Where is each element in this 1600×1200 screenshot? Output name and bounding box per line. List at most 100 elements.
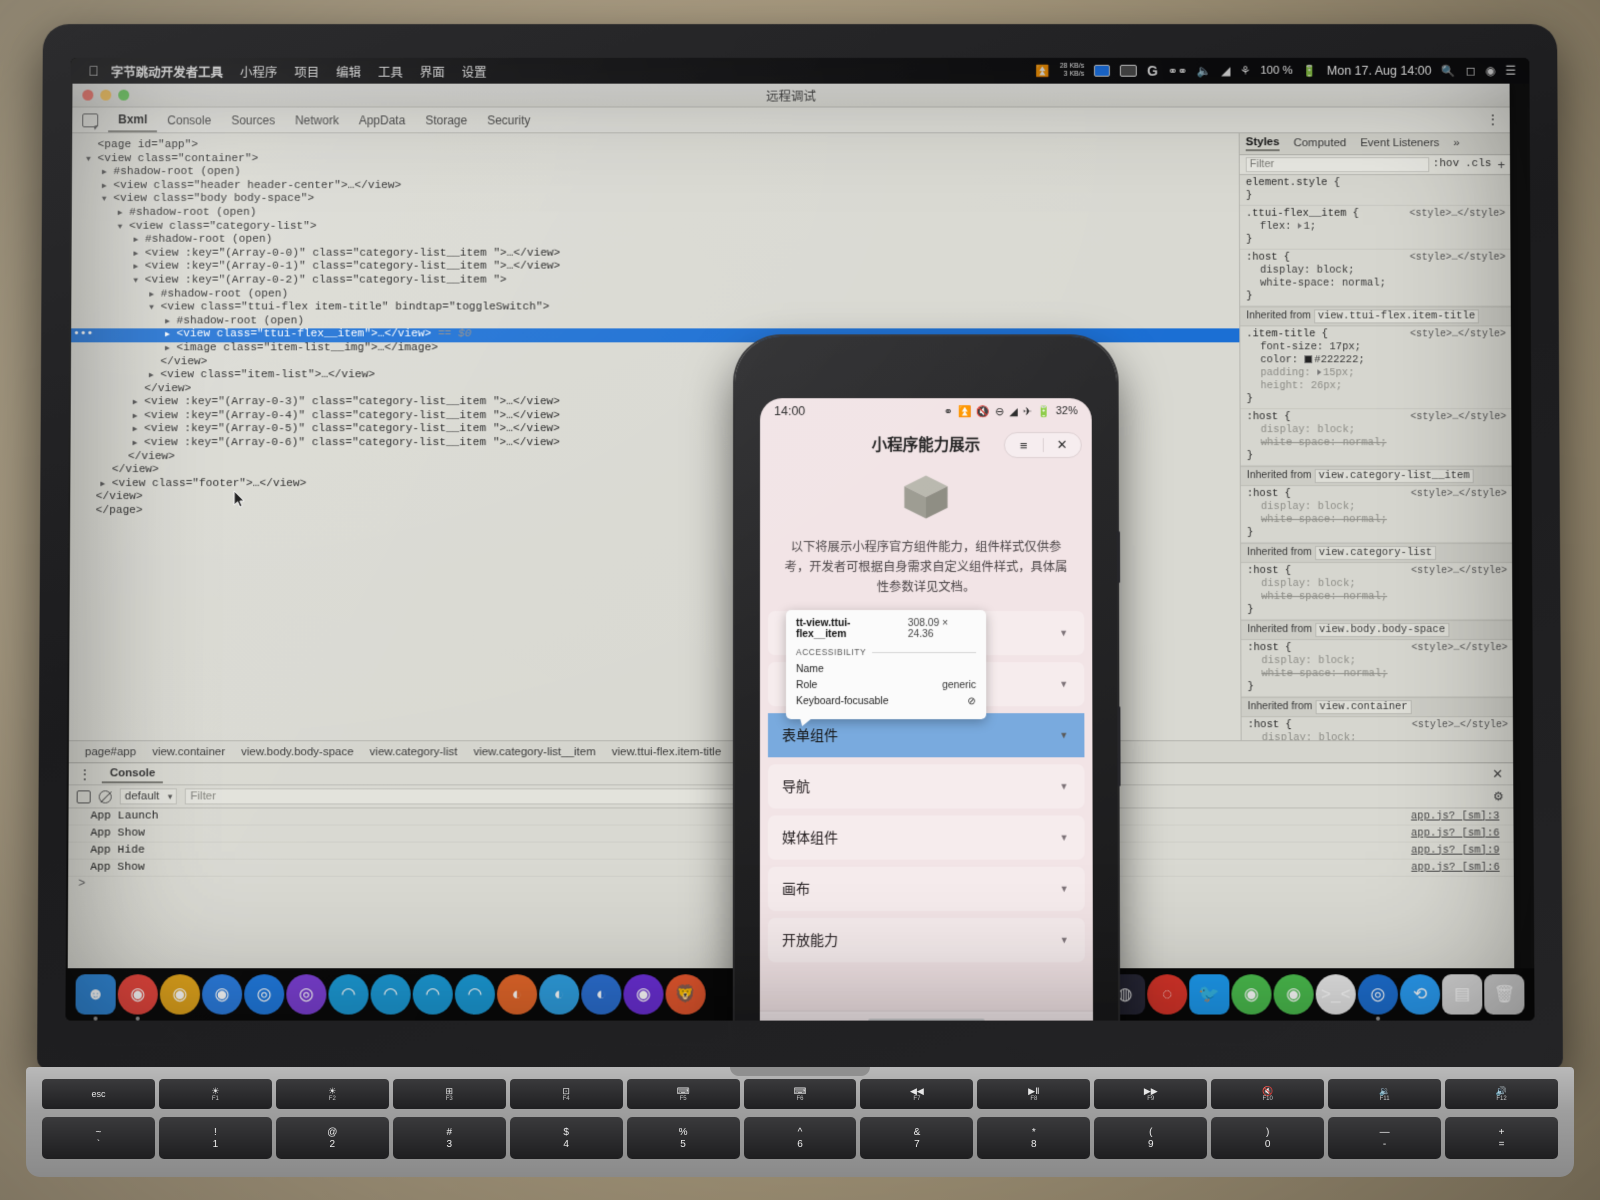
key-F8[interactable]: ▶Ⅱ F8	[977, 1079, 1091, 1109]
key-F4[interactable]: ⊡ F4	[509, 1079, 623, 1109]
key-F1[interactable]: ☀ F1	[158, 1079, 272, 1109]
tab-sources[interactable]: Sources	[221, 109, 285, 131]
dom-node[interactable]: <page id="app">	[72, 139, 1239, 153]
dock-item-chrome[interactable]: ◉	[117, 974, 158, 1021]
console-sidebar-icon[interactable]	[76, 789, 91, 803]
breadcrumb-item[interactable]: view.body.body-space	[233, 746, 362, 758]
style-property[interactable]: padding: 15px;	[1246, 367, 1505, 380]
close-icon[interactable]: ✕	[1492, 766, 1503, 782]
dom-node[interactable]: ▼ <view class="body body-space">	[72, 193, 1239, 207]
console-context-select[interactable]: default	[119, 788, 177, 805]
style-rule[interactable]: :host {<style>…</style>display: block;wh…	[1241, 717, 1514, 741]
key-F5[interactable]: ⌨ F5	[626, 1079, 740, 1109]
key-4[interactable]: $4	[509, 1117, 623, 1159]
console-more-menu-icon[interactable]: ⋮	[69, 767, 102, 781]
dock-item-firefox[interactable]: ◐	[496, 974, 538, 1015]
key-`[interactable]: ~ `	[42, 1117, 155, 1159]
rule-selector[interactable]: :host {	[1248, 719, 1292, 731]
phone-volume-button[interactable]	[1117, 706, 1121, 787]
settings-icon[interactable]: ⚙	[1493, 789, 1503, 803]
rule-selector[interactable]: :host {	[1247, 411, 1291, 423]
category-row[interactable]: 画布 ▼	[767, 866, 1085, 911]
dom-node[interactable]: ▼ <view class="category-list">	[72, 220, 1239, 234]
dock-item-trash[interactable]: 🗑	[1484, 974, 1525, 1015]
key-6[interactable]: ^ 6	[743, 1117, 857, 1159]
category-row-selected[interactable]: 表单组件 ▼	[767, 713, 1085, 758]
dock-item-firefox-developer[interactable]: ◐	[539, 974, 580, 1015]
style-rule[interactable]: :host {<style>…</style>display: block;wh…	[1241, 640, 1513, 698]
dom-node[interactable]: ▼ <view class="ttui-flex item-title" bin…	[71, 302, 1239, 316]
style-property[interactable]: display: block;	[1248, 732, 1507, 740]
control-center-icon[interactable]: ☰	[1505, 64, 1515, 78]
category-row[interactable]: 媒体组件 ▼	[767, 815, 1085, 860]
dock-item-edge-canary[interactable]: ◠	[454, 974, 496, 1015]
style-rule[interactable]: :host {<style>…</style>display: block;wh…	[1240, 409, 1512, 467]
key-F12[interactable]: 🔊 F12	[1445, 1079, 1558, 1109]
menu-item-tools[interactable]: 工具	[378, 61, 403, 80]
inherited-selector[interactable]: view.ttui-flex.item-title	[1313, 309, 1480, 324]
console-log-source-link[interactable]: app.js? [sm]:6	[1411, 859, 1514, 876]
dock-item-edge[interactable]: ◠	[328, 974, 369, 1015]
tab-security[interactable]: Security	[477, 109, 540, 131]
key-F2[interactable]: ☀ F2	[275, 1079, 389, 1109]
rule-source-link[interactable]: <style>…</style>	[1412, 719, 1508, 732]
rule-source-link[interactable]: <style>…</style>	[1409, 208, 1505, 221]
google-icon[interactable]: G	[1147, 63, 1158, 79]
screen-icon[interactable]	[1120, 64, 1138, 77]
devtools-more-menu-icon[interactable]: ⋮	[1486, 111, 1500, 128]
key-esc[interactable]: esc	[42, 1079, 155, 1109]
key-F9[interactable]: ▶▶ F9	[1094, 1079, 1208, 1109]
styles-overflow-icon[interactable]: »	[1453, 137, 1459, 150]
style-rule[interactable]: .item-title {<style>…</style> font-size: …	[1240, 326, 1512, 410]
rule-source-link[interactable]: <style>…</style>	[1411, 488, 1507, 501]
tab-appdata[interactable]: AppData	[349, 109, 416, 131]
inherited-selector[interactable]: view.category-list	[1314, 545, 1437, 560]
dom-node[interactable]: ▼ <view class="container">	[72, 153, 1239, 167]
key--[interactable]: — -	[1328, 1117, 1442, 1159]
style-property[interactable]: display: block;	[1247, 655, 1506, 668]
style-property[interactable]: white-space: normal;	[1247, 668, 1506, 681]
volume-icon[interactable]: 🔈	[1197, 64, 1211, 78]
key-F10[interactable]: 🔇 F10	[1211, 1079, 1325, 1109]
dock-item-firefox-nightly[interactable]: ◐	[581, 974, 622, 1015]
close-icon[interactable]: ✕	[1043, 437, 1081, 453]
key-8[interactable]: * 8	[977, 1117, 1091, 1159]
style-property[interactable]: font-size: 17px;	[1246, 341, 1505, 354]
style-property[interactable]: display: block;	[1247, 578, 1506, 591]
search-icon[interactable]: 🔍	[1441, 64, 1455, 78]
style-property[interactable]: flex: 1;	[1246, 221, 1504, 234]
phone-power-button[interactable]	[1116, 531, 1121, 584]
rule-source-link[interactable]: <style>…</style>	[1410, 411, 1506, 424]
breadcrumb-item[interactable]: view.category-list	[362, 746, 466, 758]
dock-item-edge-beta[interactable]: ◠	[370, 974, 411, 1015]
key-1[interactable]: ! 1	[158, 1117, 272, 1159]
menu-item-app[interactable]: 字节跳动开发者工具	[111, 61, 223, 80]
console-log-source-link[interactable]: app.js? [sm]:6	[1411, 825, 1514, 842]
tab-network[interactable]: Network	[285, 109, 349, 131]
style-property[interactable]: display: block;	[1247, 501, 1506, 514]
tab-bxml[interactable]: Bxml	[108, 107, 158, 132]
key-F11[interactable]: 🔉 F11	[1328, 1079, 1442, 1109]
rule-selector[interactable]: :host {	[1247, 565, 1291, 577]
dock-item-brave[interactable]: 🦁	[665, 974, 706, 1015]
rule-source-link[interactable]: <style>…</style>	[1410, 328, 1506, 341]
rule-selector[interactable]: :host {	[1246, 252, 1290, 264]
tab-console[interactable]: Console	[157, 109, 221, 131]
siri-icon[interactable]: ◉	[1485, 64, 1495, 78]
style-rule[interactable]: element.style {}	[1239, 175, 1511, 206]
style-property[interactable]: height: 26px;	[1246, 380, 1505, 393]
apple-menu-icon[interactable]: 	[88, 63, 99, 79]
style-property[interactable]: white-space: normal;	[1247, 514, 1506, 527]
key-F3[interactable]: ⊞ F3	[392, 1079, 506, 1109]
console-log-source-link[interactable]: app.js? [sm]:3	[1411, 808, 1514, 825]
menu-item-miniprogram[interactable]: 小程序	[240, 61, 277, 80]
breadcrumb-item[interactable]: page#app	[77, 746, 144, 758]
style-property[interactable]: display: block;	[1247, 424, 1506, 437]
menu-clock[interactable]: Mon 17. Aug 14:00	[1327, 64, 1432, 78]
key-5[interactable]: % 5	[626, 1117, 740, 1159]
dock-item-chromium[interactable]: ◉	[201, 974, 243, 1015]
breadcrumb-item[interactable]: view.ttui-flex.item-title	[604, 746, 729, 758]
key-3[interactable]: #3	[392, 1117, 506, 1159]
dock-item-twitter[interactable]: 🐦	[1189, 974, 1230, 1015]
tab-event-listeners[interactable]: Event Listeners	[1360, 137, 1439, 150]
